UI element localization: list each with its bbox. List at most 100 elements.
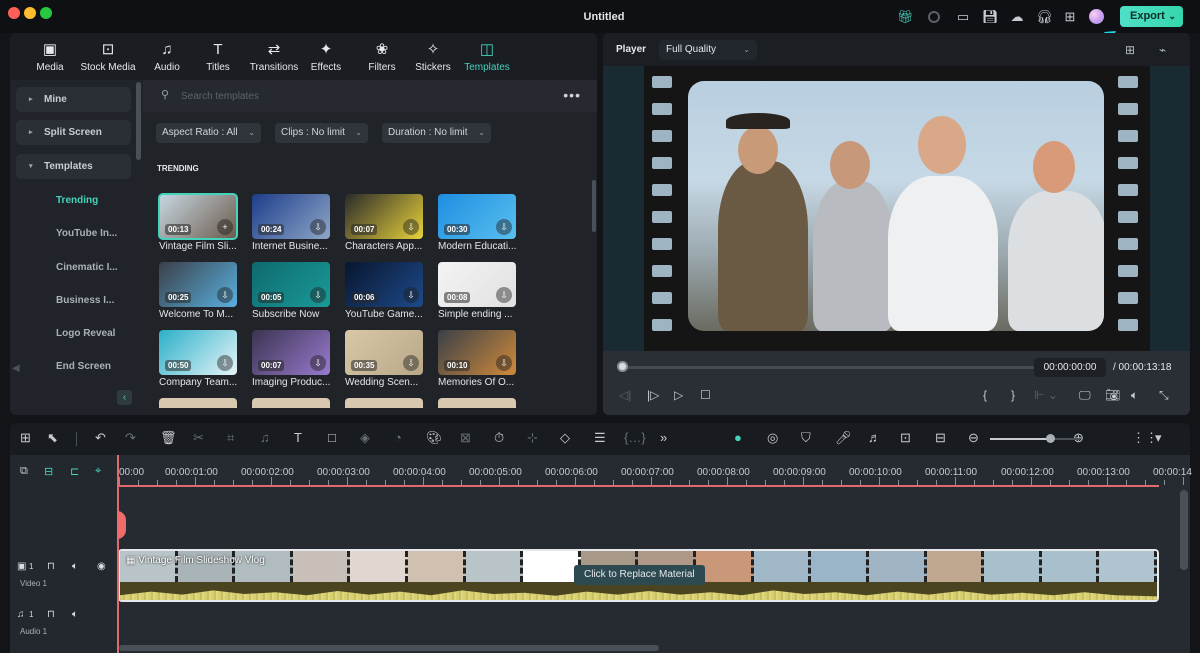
stop-icon[interactable]: ☐ bbox=[700, 388, 711, 402]
template-thumbnail[interactable]: 00:24 ⇩ bbox=[252, 194, 330, 239]
template-thumbnail[interactable]: 00:35 ⇩ bbox=[345, 330, 423, 375]
sidebar-item-youtube-intro[interactable]: YouTube In... bbox=[56, 228, 117, 239]
more-options-icon[interactable]: ••• bbox=[563, 87, 581, 103]
sidebar-item-trending[interactable]: Trending bbox=[56, 195, 98, 206]
ai-portrait-icon[interactable]: ⊠ bbox=[460, 430, 471, 446]
duration-filter[interactable]: Duration : No limit ⌄ bbox=[382, 123, 491, 143]
tab-stock-media[interactable]: ⊡ Stock Media bbox=[78, 41, 138, 73]
grid-view-icon[interactable]: ⊞ bbox=[1125, 43, 1135, 57]
add-to-timeline-icon[interactable]: + bbox=[217, 219, 233, 235]
cloud-upload-icon[interactable]: ☁ bbox=[1009, 9, 1025, 25]
avatar[interactable] bbox=[1089, 9, 1104, 24]
mute-icon[interactable]: 🔈︎ bbox=[72, 561, 78, 572]
download-icon[interactable]: ⇩ bbox=[496, 355, 512, 371]
current-timecode[interactable]: 00:00:00:00 bbox=[1034, 358, 1106, 377]
tab-transitions[interactable]: ⇄ Transitions bbox=[246, 41, 302, 73]
timer-icon[interactable]: ⏱︎ bbox=[494, 430, 504, 446]
seek-handle[interactable] bbox=[617, 361, 628, 372]
mute-icon[interactable]: 🔈︎ bbox=[72, 609, 78, 620]
layout-icon[interactable]: ▭ bbox=[955, 9, 971, 25]
crop-icon[interactable]: ⌗ bbox=[227, 430, 234, 446]
play-icon[interactable]: ▷ bbox=[674, 388, 683, 402]
seek-bar[interactable] bbox=[621, 366, 1034, 369]
template-thumbnail[interactable]: 00:25 ⇩ bbox=[159, 262, 237, 307]
fullscreen-icon[interactable]: ⤡ bbox=[1159, 388, 1169, 403]
text-icon[interactable]: T bbox=[294, 430, 302, 446]
redo-icon[interactable]: ↷ bbox=[125, 430, 136, 446]
sidebar-category-split-screen[interactable]: ▸ Split Screen bbox=[16, 120, 131, 145]
group-icon[interactable]: ⊏ bbox=[70, 465, 79, 478]
template-card[interactable]: 00:06 ⇩ YouTube Game... bbox=[345, 262, 423, 320]
template-thumbnail[interactable]: 00:07 ⇩ bbox=[252, 330, 330, 375]
audio-beat-icon[interactable]: ♫ bbox=[260, 430, 270, 446]
download-icon[interactable]: ⇩ bbox=[403, 287, 419, 303]
chevron-down-icon[interactable]: ⌄ bbox=[1168, 6, 1176, 27]
headset-icon[interactable]: 🎧︎ bbox=[1036, 9, 1053, 25]
sidebar-item-cinematic[interactable]: Cinematic I... bbox=[56, 262, 118, 273]
volume-icon[interactable]: 🔈︎ bbox=[1131, 388, 1138, 403]
mark-out-icon[interactable]: } bbox=[1011, 388, 1015, 402]
more-icon[interactable]: » bbox=[660, 430, 667, 446]
lock-icon[interactable]: ⊓ bbox=[47, 561, 55, 572]
zoom-slider-handle[interactable] bbox=[1046, 434, 1056, 443]
template-card[interactable]: 00:30 ⇩ Modern Educati... bbox=[438, 194, 516, 252]
fit-icon[interactable]: ⊟ bbox=[935, 430, 946, 446]
template-card[interactable]: 00:08 ⇩ Simple ending ... bbox=[438, 262, 516, 320]
gift-icon[interactable]: 🎁︎ bbox=[897, 9, 914, 25]
playhead-marker[interactable] bbox=[117, 511, 126, 539]
tab-filters[interactable]: ❀ Filters bbox=[362, 41, 402, 73]
voiceover-icon[interactable]: 🎤︎ bbox=[835, 430, 852, 446]
sidebar-item-logo-reveal[interactable]: Logo Reveal bbox=[56, 328, 115, 339]
template-card[interactable]: 00:35 ⇩ Wedding Scen... bbox=[345, 330, 423, 388]
template-thumbnail[interactable]: 00:06 ⇩ bbox=[345, 262, 423, 307]
eye-icon[interactable]: ◉ bbox=[97, 561, 106, 572]
timeline-ruler[interactable]: 00:00 00:00:01:00 00:00:02:00 00:00:03:00 00… bbox=[117, 455, 1192, 487]
template-thumbnail[interactable] bbox=[438, 398, 516, 408]
next-frame-icon[interactable]: |▷ bbox=[647, 388, 659, 402]
clips-filter[interactable]: Clips : No limit ⌄ bbox=[275, 123, 368, 143]
template-thumbnail[interactable]: 00:07 ⇩ bbox=[345, 194, 423, 239]
download-icon[interactable]: ⇩ bbox=[217, 355, 233, 371]
delete-icon[interactable]: 🗑︎ bbox=[160, 430, 177, 446]
template-card[interactable]: 00:25 ⇩ Welcome To M... bbox=[159, 262, 237, 320]
tab-stickers[interactable]: ✧ Stickers bbox=[411, 41, 455, 73]
lock-icon[interactable]: ⊓ bbox=[47, 609, 55, 620]
tab-media[interactable]: ▣ Media bbox=[24, 41, 76, 73]
template-card[interactable]: 00:13 + Vintage Film Sli... bbox=[158, 193, 238, 252]
template-card[interactable]: 00:10 ⇩ Memories Of O... bbox=[438, 330, 516, 388]
mask-icon[interactable]: ◈ bbox=[360, 430, 370, 446]
marker-icon[interactable]: ⛉ bbox=[801, 430, 811, 446]
snap-icon[interactable]: ⌖ bbox=[95, 465, 101, 478]
template-thumbnail[interactable] bbox=[345, 398, 423, 408]
color-icon[interactable]: 🎨︎ bbox=[426, 430, 443, 446]
snapshot-icon[interactable]: 📷︎ bbox=[1105, 388, 1120, 402]
template-card[interactable]: 00:07 ⇩ Imaging Produc... bbox=[252, 330, 330, 388]
mark-in-icon[interactable]: { bbox=[983, 388, 987, 402]
save-icon[interactable]: 💾︎ bbox=[982, 9, 999, 25]
tab-effects[interactable]: ✦ Effects bbox=[306, 41, 346, 73]
template-card[interactable]: 00:07 ⇩ Characters App... bbox=[345, 194, 423, 252]
sidebar-collapse-button[interactable]: ‹ bbox=[117, 390, 132, 405]
add-track-icon[interactable]: ⧉ bbox=[20, 465, 28, 478]
insert-icon[interactable]: ⊩ ⌄ bbox=[1034, 388, 1058, 402]
search-input[interactable] bbox=[181, 87, 521, 105]
template-card[interactable]: 00:50 ⇩ Company Team... bbox=[159, 330, 237, 388]
speed-icon[interactable]: ◔ bbox=[394, 430, 402, 446]
template-scrollbar[interactable] bbox=[592, 180, 596, 232]
keyframe-icon[interactable]: ◇ bbox=[560, 430, 570, 446]
aspect-ratio-filter[interactable]: Aspect Ratio : All ⌄ bbox=[156, 123, 261, 143]
cut-icon[interactable]: ✂ bbox=[193, 430, 204, 446]
layout-icon[interactable]: ⊞ bbox=[20, 430, 31, 446]
download-icon[interactable]: ⇩ bbox=[217, 287, 233, 303]
tab-titles[interactable]: T Titles bbox=[200, 41, 236, 73]
music-icon[interactable]: ♬ bbox=[868, 430, 881, 446]
tab-templates[interactable]: ◫ Templates bbox=[458, 41, 516, 73]
stabilize-icon[interactable]: ⊹ bbox=[527, 430, 538, 446]
template-card[interactable]: 00:24 ⇩ Internet Busine... bbox=[252, 194, 330, 252]
display-icon[interactable]: 🖵︎ bbox=[1079, 388, 1091, 403]
template-thumbnail[interactable]: 00:10 ⇩ bbox=[438, 330, 516, 375]
timeline-vertical-scrollbar[interactable] bbox=[1180, 490, 1188, 570]
adjust-icon[interactable]: ☰ bbox=[594, 430, 606, 446]
export-button[interactable]: Export ⌄ bbox=[1120, 6, 1183, 27]
sidebar-scrollbar[interactable] bbox=[136, 82, 141, 160]
